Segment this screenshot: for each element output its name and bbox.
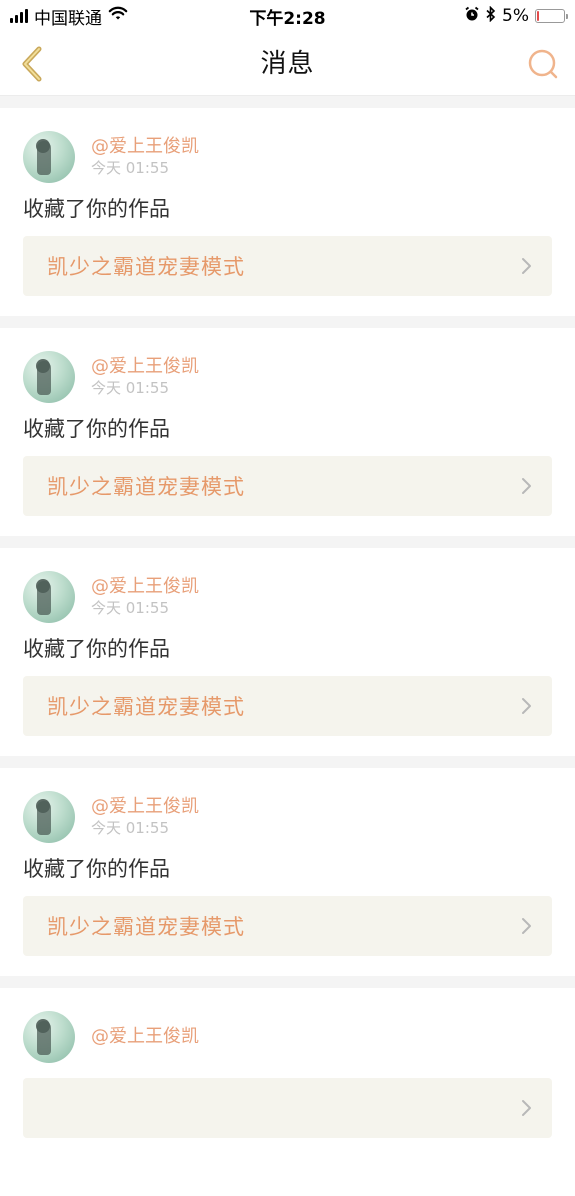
avatar[interactable]	[23, 571, 75, 623]
battery-icon	[535, 9, 568, 23]
message-header: @爱上王俊凯 今天 01:55	[23, 130, 552, 184]
message-header: @爱上王俊凯 今天 01:55	[23, 350, 552, 404]
work-link[interactable]	[23, 1078, 552, 1138]
message-header: @爱上王俊凯 今天 01:55	[23, 570, 552, 624]
nav-bar: 消息	[0, 32, 575, 96]
search-button[interactable]	[523, 44, 563, 84]
work-link[interactable]: 凯少之霸道宠妻模式	[23, 896, 552, 956]
work-title: 凯少之霸道宠妻模式	[47, 695, 245, 719]
carrier-label: 中国联通	[34, 8, 102, 29]
message-list: @爱上王俊凯 今天 01:55 收藏了你的作品 凯少之霸道宠妻模式 @爱上王俊凯…	[0, 96, 575, 1196]
page-title: 消息	[260, 49, 315, 79]
username-link[interactable]: @爱上王俊凯	[91, 796, 199, 818]
message-time: 今天 01:55	[91, 159, 169, 177]
message-action-text: 收藏了你的作品	[23, 197, 170, 221]
message-action-text: 收藏了你的作品	[23, 417, 170, 441]
work-title: 凯少之霸道宠妻模式	[47, 255, 245, 279]
chevron-right-icon	[522, 258, 531, 274]
message-time: 今天 01:55	[91, 599, 169, 617]
message-card: @爱上王俊凯 今天 01:55 收藏了你的作品 凯少之霸道宠妻模式	[0, 108, 575, 316]
user-meta: @爱上王俊凯 今天 01:55	[91, 136, 199, 178]
work-title: 凯少之霸道宠妻模式	[47, 915, 245, 939]
status-right: 5%	[464, 5, 568, 27]
message-time: 今天 01:55	[91, 379, 169, 397]
signal-icon	[10, 9, 28, 23]
username-link[interactable]: @爱上王俊凯	[91, 136, 199, 158]
message-action-text: 收藏了你的作品	[23, 637, 170, 661]
battery-percent: 5%	[502, 6, 529, 26]
user-meta: @爱上王俊凯	[91, 1026, 199, 1048]
message-header: @爱上王俊凯 今天 01:55	[23, 790, 552, 844]
work-link[interactable]: 凯少之霸道宠妻模式	[23, 456, 552, 516]
chevron-right-icon	[522, 918, 531, 934]
avatar[interactable]	[23, 791, 75, 843]
avatar[interactable]	[23, 351, 75, 403]
message-time: 今天 01:55	[91, 819, 169, 837]
username-link[interactable]: @爱上王俊凯	[91, 1026, 199, 1048]
search-icon	[528, 49, 558, 79]
username-link[interactable]: @爱上王俊凯	[91, 576, 199, 598]
chevron-right-icon	[522, 478, 531, 494]
bluetooth-icon	[486, 5, 496, 27]
work-title: 凯少之霸道宠妻模式	[47, 475, 245, 499]
message-header: @爱上王俊凯	[23, 1010, 552, 1064]
status-left: 中国联通	[10, 4, 128, 29]
message-card: @爱上王俊凯	[0, 988, 575, 1196]
wifi-icon	[108, 6, 128, 26]
work-link[interactable]: 凯少之霸道宠妻模式	[23, 236, 552, 296]
user-meta: @爱上王俊凯 今天 01:55	[91, 356, 199, 398]
message-card: @爱上王俊凯 今天 01:55 收藏了你的作品 凯少之霸道宠妻模式	[0, 328, 575, 536]
alarm-icon	[464, 6, 480, 27]
avatar[interactable]	[23, 131, 75, 183]
user-meta: @爱上王俊凯 今天 01:55	[91, 796, 199, 838]
message-card: @爱上王俊凯 今天 01:55 收藏了你的作品 凯少之霸道宠妻模式	[0, 768, 575, 976]
chevron-right-icon	[522, 1100, 531, 1116]
status-bar: 中国联通 下午2:28 5%	[0, 0, 575, 32]
battery-fill	[537, 11, 539, 21]
chevron-right-icon	[522, 698, 531, 714]
work-link[interactable]: 凯少之霸道宠妻模式	[23, 676, 552, 736]
message-action-text: 收藏了你的作品	[23, 857, 170, 881]
message-card: @爱上王俊凯 今天 01:55 收藏了你的作品 凯少之霸道宠妻模式	[0, 548, 575, 756]
avatar[interactable]	[23, 1011, 75, 1063]
user-meta: @爱上王俊凯 今天 01:55	[91, 576, 199, 618]
username-link[interactable]: @爱上王俊凯	[91, 356, 199, 378]
